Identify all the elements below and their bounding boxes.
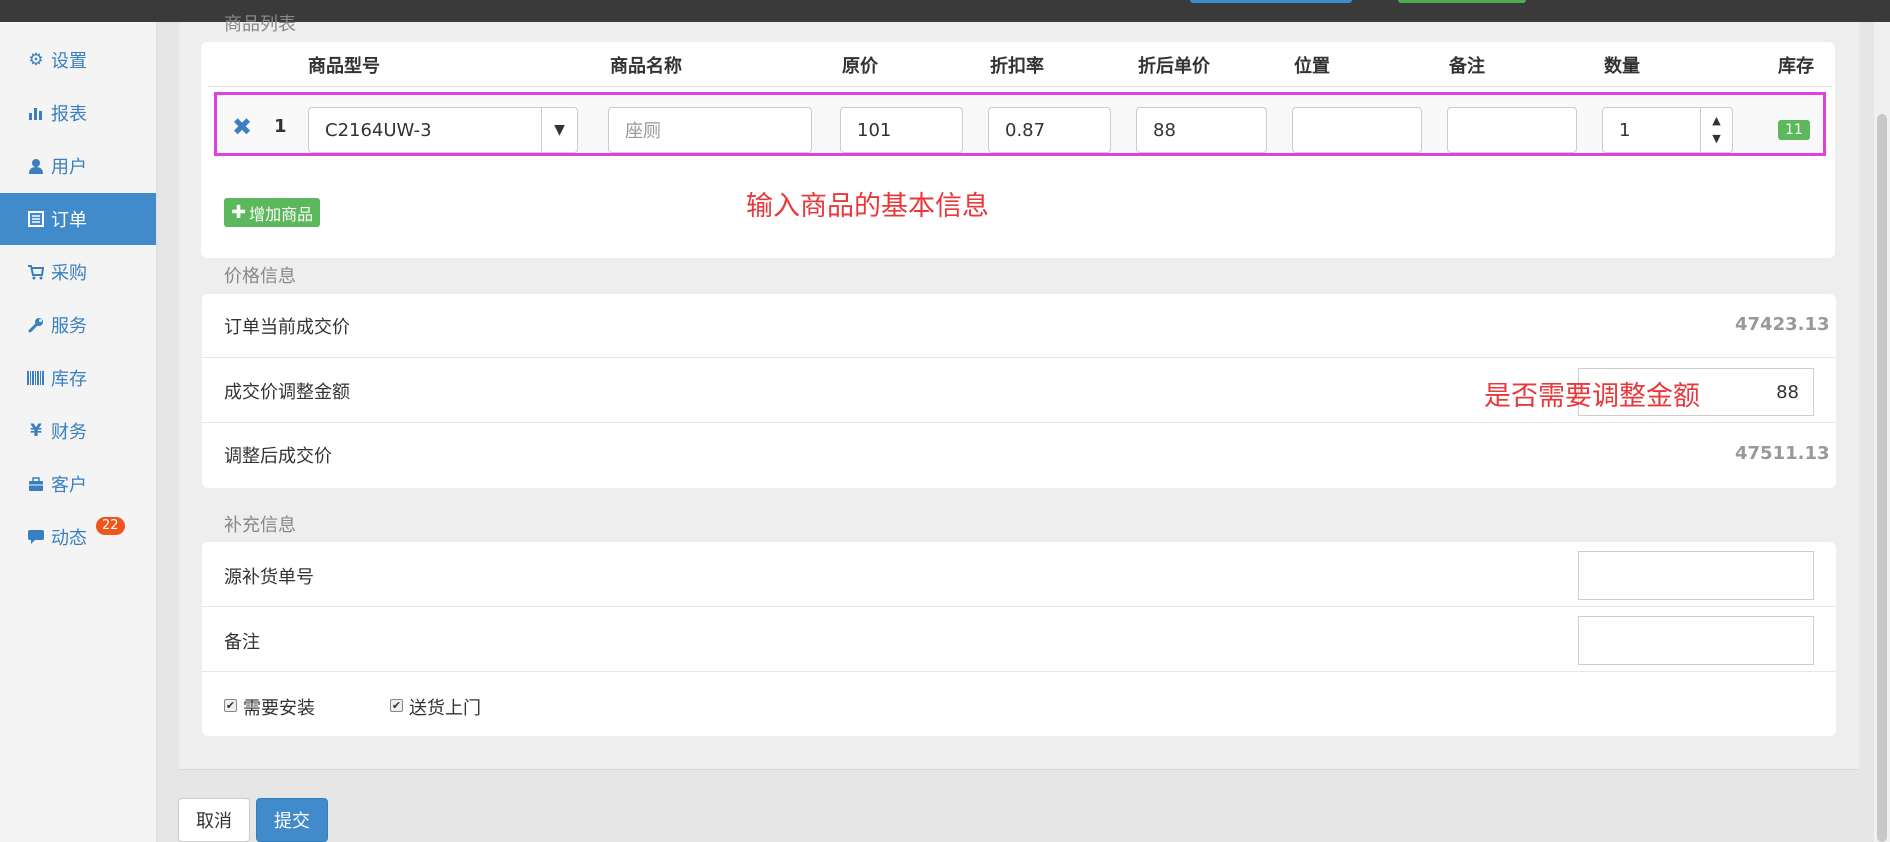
divider: [202, 671, 1836, 672]
sidebar-item-service[interactable]: 服务: [0, 299, 156, 351]
add-product-label: 增加商品: [249, 204, 314, 224]
stepper-arrows[interactable]: ▲ ▼: [1700, 108, 1732, 152]
yen-icon: ¥: [30, 421, 42, 441]
cart-icon: [26, 262, 46, 282]
sidebar-item-label: 报表: [51, 104, 87, 125]
sidebar-item-customers[interactable]: 客户: [0, 458, 156, 510]
adjust-amount-label: 成交价调整金额: [224, 382, 350, 403]
divider: [202, 606, 1836, 607]
header-remark: 备注: [1449, 56, 1485, 77]
remove-row-icon[interactable]: ✖: [232, 113, 252, 141]
header-qty: 数量: [1604, 56, 1640, 77]
current-price-value: 47423.13: [1735, 314, 1830, 335]
sidebar-item-settings[interactable]: ⚙ 设置: [0, 34, 156, 86]
quantity-value: 1: [1619, 119, 1631, 141]
sidebar-item-label: 用户: [51, 157, 87, 178]
remark-field[interactable]: [1578, 616, 1814, 665]
wrench-icon: [26, 315, 46, 335]
sidebar-item-orders[interactable]: 订单: [0, 193, 156, 245]
remark-input[interactable]: [1447, 107, 1577, 153]
header-name: 商品名称: [610, 56, 682, 77]
model-select-value: C2164UW-3: [325, 119, 432, 141]
product-name-placeholder: 座厕: [625, 121, 661, 142]
arrow-down-icon[interactable]: ▼: [1712, 130, 1720, 148]
comment-icon: [26, 527, 46, 547]
submit-button[interactable]: 提交: [256, 798, 328, 842]
sidebar-item-label: 客户: [51, 475, 87, 496]
product-name-input[interactable]: 座厕: [608, 107, 812, 153]
barcode-icon: [26, 368, 46, 388]
current-price-label: 订单当前成交价: [224, 317, 350, 338]
arrow-up-icon[interactable]: ▲: [1712, 112, 1720, 130]
discount-value: 0.87: [1005, 119, 1046, 141]
adjusted-price-value: 47511.13: [1735, 443, 1830, 464]
need-install-label: 需要安装: [243, 698, 315, 719]
gear-icon: ⚙: [28, 50, 44, 70]
sidebar-item-reports[interactable]: 报表: [0, 87, 156, 139]
price-section-label: 价格信息: [224, 266, 296, 287]
products-section-label: 商品列表: [224, 14, 296, 35]
add-product-button[interactable]: ✚ 增加商品: [224, 198, 321, 227]
adjusted-price-label: 调整后成交价: [224, 446, 332, 467]
model-select[interactable]: C2164UW-3 ▼: [308, 107, 578, 153]
header-discount: 折扣率: [990, 56, 1044, 77]
divider: [202, 422, 1836, 423]
bar-chart-icon: [26, 103, 46, 123]
unit-price-value: 88: [1153, 119, 1176, 141]
header-location: 位置: [1294, 56, 1330, 77]
scrollbar-thumb[interactable]: [1877, 114, 1887, 842]
top-bar-green-button[interactable]: [1398, 0, 1526, 3]
header-stock: 库存: [1778, 56, 1814, 77]
header-orig-price: 原价: [842, 56, 878, 77]
stock-badge: 11: [1778, 120, 1810, 140]
list-icon: [26, 209, 46, 229]
table-header-divider: [208, 86, 1832, 87]
header-unit-price: 折后单价: [1138, 56, 1210, 77]
source-order-input[interactable]: [1578, 551, 1814, 600]
sidebar-item-label: 服务: [51, 316, 87, 337]
remark-label: 备注: [224, 632, 260, 653]
sidebar-item-purchase[interactable]: 采购: [0, 246, 156, 298]
scrollbar[interactable]: [1874, 22, 1890, 842]
plus-icon: ✚: [231, 202, 247, 223]
chevron-down-icon[interactable]: ▼: [541, 108, 577, 152]
unit-price-input[interactable]: 88: [1136, 107, 1267, 153]
annotation-adjust-amount: 是否需要调整金额: [1484, 381, 1700, 412]
user-icon: [26, 156, 46, 176]
source-order-label: 源补货单号: [224, 567, 314, 588]
extra-section-label: 补充信息: [224, 515, 296, 536]
orig-price-value: 101: [857, 119, 892, 141]
divider: [202, 357, 1836, 358]
sidebar-item-label: 设置: [51, 51, 87, 72]
notification-badge: 22: [96, 517, 125, 535]
sidebar-item-inventory[interactable]: 库存: [0, 352, 156, 404]
quantity-stepper[interactable]: 1 ▲ ▼: [1602, 107, 1733, 153]
sidebar-item-label: 动态: [51, 528, 87, 549]
discount-input[interactable]: 0.87: [988, 107, 1111, 153]
sidebar-item-label: 财务: [51, 422, 87, 443]
sidebar-item-users[interactable]: 用户: [0, 140, 156, 192]
briefcase-icon: [26, 474, 46, 494]
sidebar-item-label: 订单: [51, 210, 87, 231]
sidebar: ⚙ 设置 报表 用户 订单 采购 服务 库存 ¥ 财务 客户 动态 22: [0, 22, 157, 842]
sidebar-item-label: 采购: [51, 263, 87, 284]
checkmark-icon[interactable]: ✔: [390, 698, 403, 712]
row-number: 1: [274, 116, 287, 137]
sidebar-item-finance[interactable]: ¥ 财务: [0, 405, 156, 457]
sidebar-item-activity[interactable]: 动态 22: [0, 511, 156, 563]
sidebar-item-label: 库存: [51, 369, 87, 390]
cancel-button[interactable]: 取消: [178, 798, 250, 842]
location-input[interactable]: [1292, 107, 1422, 153]
header-model: 商品型号: [308, 56, 380, 77]
top-bar-blue-button[interactable]: [1190, 0, 1352, 3]
adjust-amount-value: 88: [1776, 381, 1799, 403]
orig-price-input[interactable]: 101: [840, 107, 963, 153]
checkmark-icon[interactable]: ✔: [224, 698, 237, 712]
deliver-home-checkbox[interactable]: ✔ 送货上门: [390, 694, 481, 720]
deliver-home-label: 送货上门: [409, 698, 481, 719]
need-install-checkbox[interactable]: ✔ 需要安装: [224, 694, 315, 720]
annotation-product-info: 输入商品的基本信息: [746, 191, 989, 222]
